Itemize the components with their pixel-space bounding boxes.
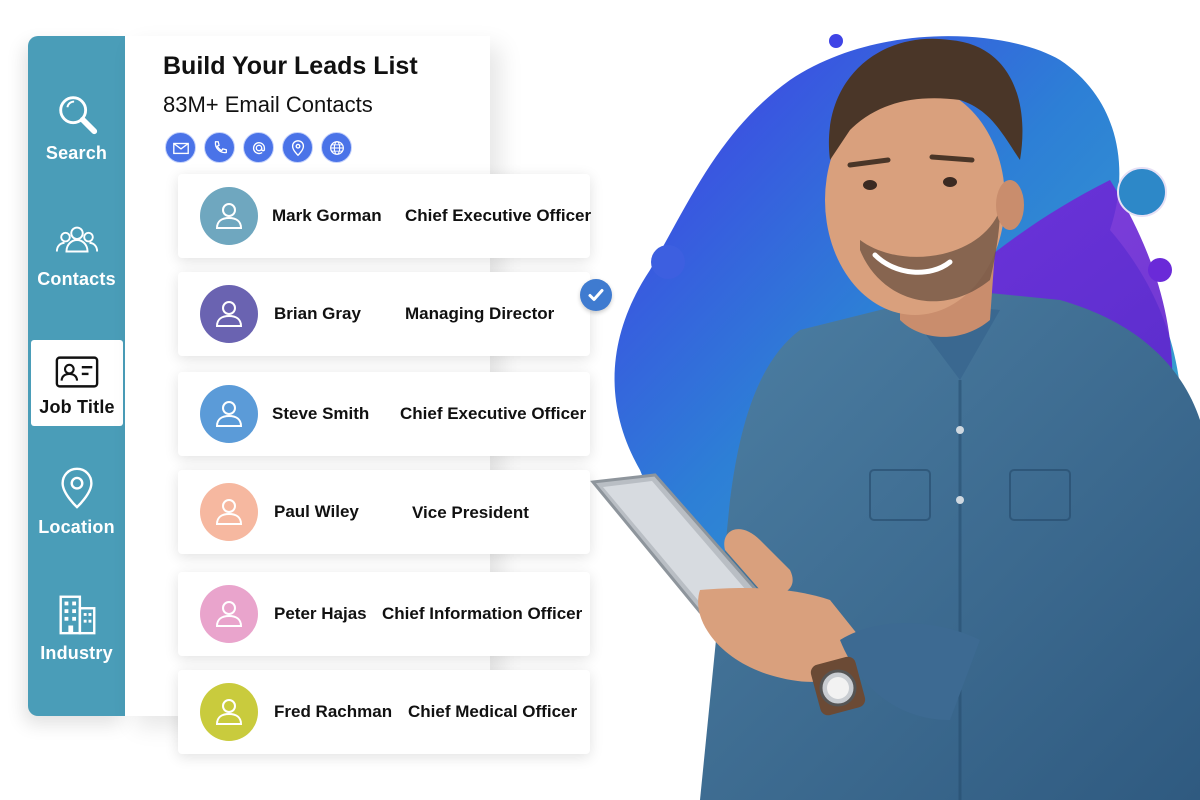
location-pin-icon <box>60 467 93 509</box>
panel-title: Build Your Leads List <box>163 52 418 80</box>
sidebar-item-label: Industry <box>40 642 113 663</box>
contact-row[interactable]: Mark Gorman Chief Executive Officer <box>178 174 592 258</box>
contact-job-title: Vice President <box>412 503 529 522</box>
avatar <box>200 187 258 245</box>
sidebar-item-label: Contacts <box>37 268 116 289</box>
user-icon <box>215 301 243 327</box>
sidebar-item-label: Location <box>38 516 115 537</box>
sidebar-item-location[interactable]: Location <box>28 458 125 544</box>
contact-name: Brian Gray <box>274 304 361 323</box>
avatar <box>200 585 258 643</box>
contact-job-title: Chief Executive Officer <box>400 404 587 423</box>
contact-name: Steve Smith <box>272 404 370 423</box>
contact-row[interactable]: Brian Gray Managing Director <box>178 272 590 356</box>
at-icon[interactable] <box>243 132 274 163</box>
contact-job-title: Chief Executive Officer <box>405 206 592 225</box>
channel-icons <box>165 132 352 163</box>
panel-subtitle: 83M+ Email Contacts <box>163 92 373 117</box>
user-icon <box>215 401 243 427</box>
contact-name: Fred Rachman <box>274 702 393 721</box>
avatar <box>200 483 258 541</box>
hero-image <box>590 34 1200 800</box>
avatar <box>200 285 258 343</box>
contact-row[interactable]: Steve Smith Chief Executive Officer <box>178 372 590 456</box>
location-pin-icon[interactable] <box>282 132 313 163</box>
sidebar-item-search[interactable]: Search <box>28 84 125 170</box>
contact-name: Peter Hajas <box>274 604 367 623</box>
contact-job-title: Chief Information Officer <box>382 604 583 623</box>
sidebar-item-job-title[interactable]: Job Title <box>31 340 123 426</box>
building-icon <box>59 595 95 634</box>
user-icon <box>215 499 243 525</box>
user-icon <box>215 203 243 229</box>
avatar <box>200 385 258 443</box>
sidebar-item-industry[interactable]: Industry <box>28 584 125 670</box>
id-card-icon <box>55 355 99 388</box>
contact-row[interactable]: Peter Hajas Chief Information Officer <box>178 572 590 656</box>
sidebar-item-label: Job Title <box>39 396 115 417</box>
search-icon <box>58 95 97 134</box>
contact-name: Paul Wiley <box>274 502 359 521</box>
sidebar-item-label: Search <box>45 142 108 163</box>
filter-sidebar: Search Contacts Job Title Location Indus… <box>28 36 125 716</box>
user-icon <box>215 601 243 627</box>
phone-icon[interactable] <box>204 132 235 163</box>
contact-job-title: Chief Medical Officer <box>408 702 578 721</box>
contact-row[interactable]: Paul Wiley Vice President <box>178 470 590 554</box>
user-icon <box>215 699 243 725</box>
contact-row[interactable]: Fred Rachman Chief Medical Officer <box>178 670 590 754</box>
sidebar-item-contacts[interactable]: Contacts <box>28 210 125 296</box>
contact-name: Mark Gorman <box>272 206 382 225</box>
globe-icon[interactable] <box>321 132 352 163</box>
envelope-icon[interactable] <box>165 132 196 163</box>
contacts-icon <box>55 226 98 252</box>
contact-job-title: Managing Director <box>405 304 555 323</box>
avatar <box>200 683 258 741</box>
